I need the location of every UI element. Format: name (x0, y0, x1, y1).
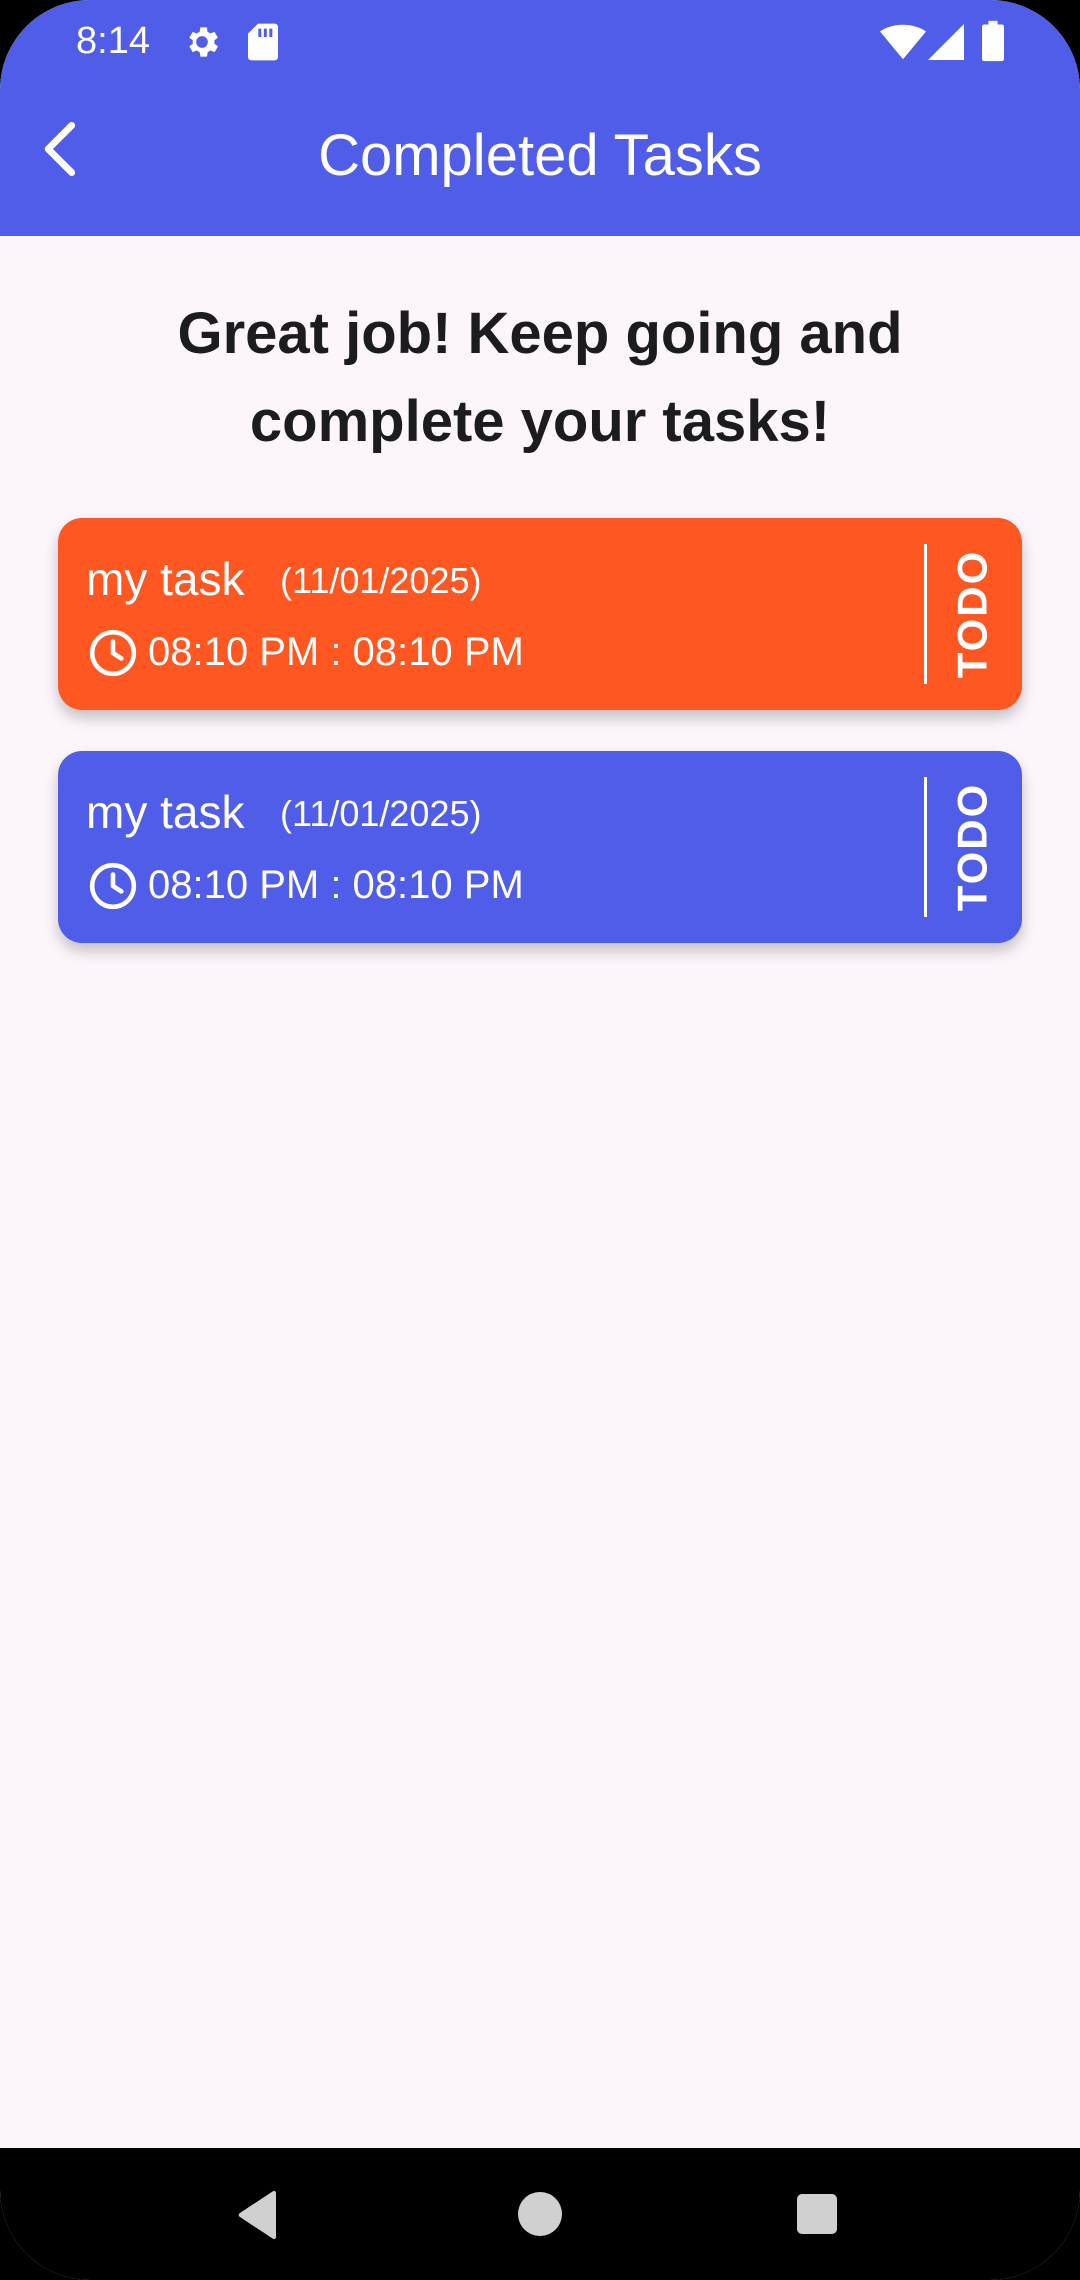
back-triangle-icon (238, 2190, 277, 2240)
wifi-icon (880, 24, 926, 65)
gear-icon (182, 22, 222, 67)
task-date: (11/01/2025) (280, 793, 482, 834)
clock-icon (89, 629, 137, 677)
system-nav-bar (0, 2148, 1080, 2280)
task-card[interactable]: my task (11/01/2025) 08:10 PM : 08:10 PM… (58, 751, 1022, 943)
nav-back-button[interactable] (236, 2190, 280, 2245)
page-title: Completed Tasks (318, 123, 762, 188)
app-header: 8:14 Completed Tasks (0, 0, 1080, 236)
cellular-signal-icon (928, 24, 964, 65)
task-time-range: 08:10 PM : 08:10 PM (148, 863, 524, 907)
sd-card-icon (246, 22, 280, 67)
task-title: my task (86, 786, 245, 838)
clock-icon (89, 862, 137, 910)
home-circle-icon (518, 2192, 562, 2236)
task-status-text: TODO (948, 549, 996, 679)
card-divider (924, 777, 927, 917)
encouragement-message: Great job! Keep going and complete your … (100, 290, 980, 466)
recents-square-icon (797, 2194, 837, 2234)
battery-icon (982, 20, 1004, 67)
status-time: 8:14 (76, 20, 150, 62)
encouragement-line-2: complete your tasks! (249, 389, 831, 454)
encouragement-line-1: Great job! Keep going and (177, 301, 903, 366)
phone-screen: 8:14 Completed Tasks Great job! Keep goi… (0, 0, 1080, 2280)
task-date: (11/01/2025) (280, 560, 482, 601)
task-status-text: TODO (948, 782, 996, 912)
task-status-badge: TODO (934, 544, 1010, 684)
nav-home-button[interactable] (518, 2192, 562, 2241)
task-title: my task (86, 553, 245, 605)
app-bar: Completed Tasks (0, 86, 1080, 236)
card-divider (924, 544, 927, 684)
task-status-badge: TODO (934, 777, 1010, 917)
status-bar: 8:14 (0, 0, 1080, 86)
task-card[interactable]: my task (11/01/2025) 08:10 PM : 08:10 PM… (58, 518, 1022, 710)
task-time-range: 08:10 PM : 08:10 PM (148, 630, 524, 674)
nav-recents-button[interactable] (797, 2194, 837, 2239)
